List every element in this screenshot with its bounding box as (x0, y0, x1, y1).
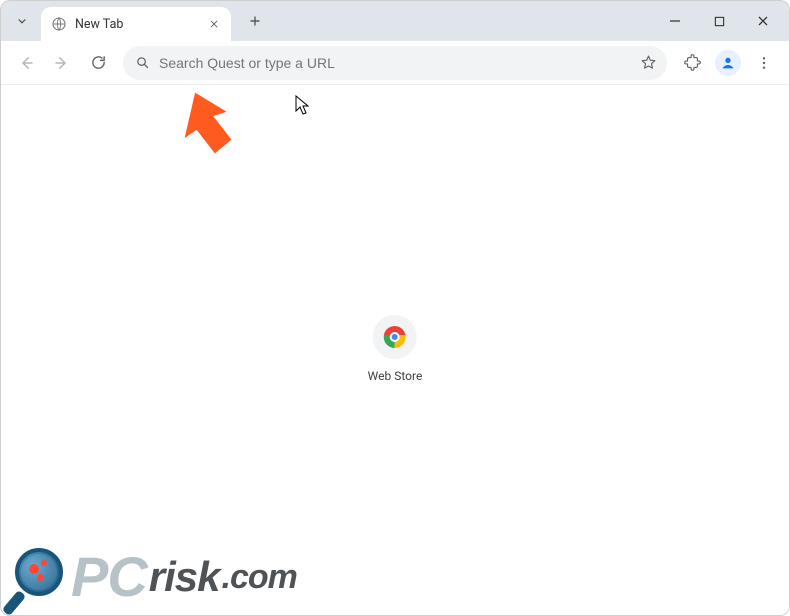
arrow-left-icon (17, 54, 35, 72)
tab-new-tab[interactable]: New Tab (41, 7, 231, 41)
window-controls (653, 1, 785, 41)
maximize-icon (714, 16, 725, 27)
reload-button[interactable] (81, 46, 115, 80)
arrow-up-left-icon (175, 89, 235, 157)
watermark: PC risk .com (7, 544, 297, 610)
shortcut-web-store[interactable]: Web Store (368, 315, 423, 383)
reload-icon (90, 54, 107, 71)
minimize-icon (669, 15, 681, 27)
star-icon (640, 54, 657, 71)
chevron-down-icon (15, 14, 29, 28)
menu-button[interactable] (747, 46, 781, 80)
magnifier-logo-icon (7, 544, 73, 610)
kebab-icon (756, 55, 772, 71)
content-area: Web Store PC risk .com (1, 85, 789, 616)
close-window-button[interactable] (741, 6, 785, 36)
watermark-text-pc: PC (71, 549, 147, 605)
tab-strip: New Tab (1, 1, 789, 41)
globe-icon (51, 16, 67, 32)
watermark-text-risk: risk (149, 556, 220, 598)
extensions-button[interactable] (675, 46, 709, 80)
forward-button[interactable] (45, 46, 79, 80)
chrome-store-icon (384, 326, 406, 348)
address-input[interactable] (159, 55, 631, 71)
annotation-arrow (175, 89, 235, 157)
toolbar (1, 41, 789, 85)
tab-title: New Tab (75, 17, 123, 32)
new-tab-button[interactable] (241, 7, 269, 35)
puzzle-icon (684, 54, 701, 71)
tab-close-button[interactable] (205, 15, 223, 33)
shortcut-tile (373, 315, 417, 359)
minimize-button[interactable] (653, 6, 697, 36)
omnibox[interactable] (123, 46, 667, 80)
profile-button[interactable] (711, 46, 745, 80)
shortcut-label: Web Store (368, 369, 423, 383)
watermark-text-com: .com (222, 560, 297, 594)
avatar-icon (715, 50, 741, 76)
close-icon (757, 15, 769, 27)
close-icon (209, 19, 219, 29)
maximize-button[interactable] (697, 6, 741, 36)
plus-icon (248, 14, 262, 28)
search-icon (133, 54, 151, 72)
cursor-pointer-icon (295, 95, 309, 115)
browser-window: New Tab (0, 0, 790, 616)
arrow-right-icon (53, 54, 71, 72)
search-tabs-button[interactable] (9, 8, 35, 34)
bookmark-button[interactable] (639, 54, 657, 72)
back-button[interactable] (9, 46, 43, 80)
